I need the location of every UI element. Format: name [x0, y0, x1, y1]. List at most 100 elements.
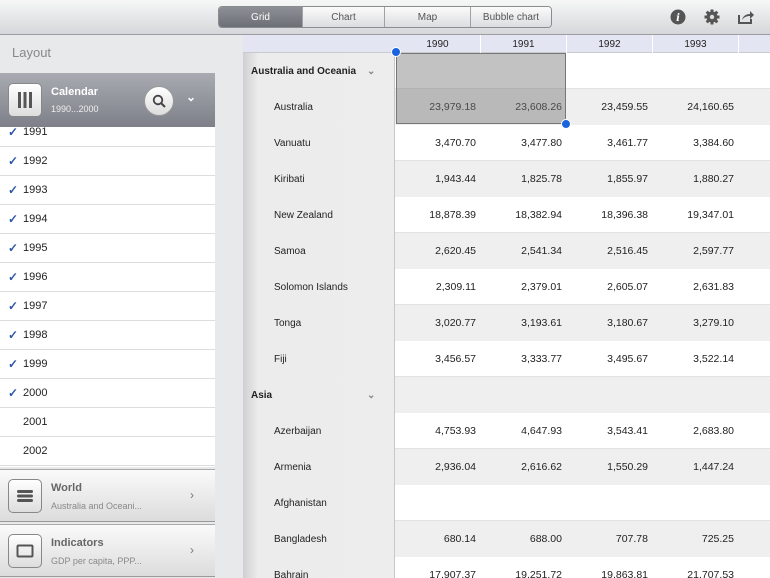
- cell[interactable]: 680.14: [395, 521, 481, 557]
- cell[interactable]: 18,396.38: [567, 197, 653, 233]
- row-header[interactable]: Tonga: [243, 305, 395, 341]
- cell[interactable]: 1,550.29: [567, 449, 653, 485]
- indicators-dimension[interactable]: Indicators GDP per capita, PPP... ›: [0, 524, 215, 577]
- cell[interactable]: 1,943.44: [395, 161, 481, 197]
- cell[interactable]: 2,631.83: [653, 269, 739, 305]
- cell[interactable]: 3,333.77: [481, 341, 567, 377]
- row-header[interactable]: Azerbaijan: [243, 413, 395, 449]
- row-header[interactable]: Afghanistan: [243, 485, 395, 521]
- selection-range[interactable]: [396, 53, 566, 124]
- tab-grid[interactable]: Grid: [219, 7, 303, 27]
- cell[interactable]: 23,459.55: [567, 89, 653, 125]
- cell[interactable]: 688.00: [481, 521, 567, 557]
- cell[interactable]: 18,382.94: [481, 197, 567, 233]
- selection-handle-start[interactable]: [391, 47, 401, 57]
- year-item[interactable]: ✓ 1993: [0, 176, 215, 205]
- cell[interactable]: 19,347.01: [653, 197, 739, 233]
- cell[interactable]: 1,855.97: [567, 161, 653, 197]
- cell[interactable]: 2,616.62: [481, 449, 567, 485]
- cell[interactable]: [395, 377, 481, 413]
- cell[interactable]: 4,647.93: [481, 413, 567, 449]
- row-header[interactable]: Asia ⌄: [243, 377, 395, 413]
- cell[interactable]: 2,683.80: [653, 413, 739, 449]
- row-header[interactable]: Solomon Islands: [243, 269, 395, 305]
- cell[interactable]: [481, 377, 567, 413]
- cell[interactable]: 17,907.37: [395, 557, 481, 578]
- column-header[interactable]: 1992: [567, 35, 653, 53]
- cell[interactable]: 2,597.77: [653, 233, 739, 269]
- row-header[interactable]: Australia and Oceania ⌄: [243, 53, 395, 89]
- cell[interactable]: [567, 485, 653, 521]
- cell[interactable]: 3,477.80: [481, 125, 567, 161]
- cell[interactable]: [481, 485, 567, 521]
- year-item[interactable]: ✓ 1998: [0, 321, 215, 350]
- cell[interactable]: 1,447.24: [653, 449, 739, 485]
- column-header[interactable]: 1993: [653, 35, 739, 53]
- cell[interactable]: 4,753.93: [395, 413, 481, 449]
- cell[interactable]: 1,880.27: [653, 161, 739, 197]
- selection-handle-end[interactable]: [561, 119, 571, 129]
- cell[interactable]: 3,470.70: [395, 125, 481, 161]
- cell[interactable]: [395, 485, 481, 521]
- year-item[interactable]: ✓ 1992: [0, 147, 215, 176]
- cell[interactable]: 19,863.81: [567, 557, 653, 578]
- cell[interactable]: 2,620.45: [395, 233, 481, 269]
- chevron-down-icon[interactable]: ⌄: [186, 90, 196, 104]
- row-header[interactable]: Bahrain: [243, 557, 395, 578]
- year-item[interactable]: ✓ 2000: [0, 379, 215, 408]
- tab-map[interactable]: Map: [385, 7, 471, 27]
- cell[interactable]: [653, 485, 739, 521]
- cell[interactable]: 2,309.11: [395, 269, 481, 305]
- row-header[interactable]: Samoa: [243, 233, 395, 269]
- cell[interactable]: 3,193.61: [481, 305, 567, 341]
- year-item[interactable]: 2002: [0, 437, 215, 466]
- cell[interactable]: 3,384.60: [653, 125, 739, 161]
- year-item[interactable]: 2001: [0, 408, 215, 437]
- year-item[interactable]: ✓ 1991: [0, 127, 215, 147]
- year-item[interactable]: ✓ 1994: [0, 205, 215, 234]
- column-header[interactable]: 1990: [395, 35, 481, 53]
- cell[interactable]: 2,541.34: [481, 233, 567, 269]
- cell[interactable]: 3,522.14: [653, 341, 739, 377]
- world-dimension[interactable]: World Australia and Oceani... ›: [0, 469, 215, 522]
- cell[interactable]: 3,020.77: [395, 305, 481, 341]
- cell[interactable]: 2,605.07: [567, 269, 653, 305]
- cell[interactable]: 707.78: [567, 521, 653, 557]
- row-header[interactable]: Fiji: [243, 341, 395, 377]
- chevron-down-icon[interactable]: ⌄: [367, 66, 375, 77]
- cell[interactable]: [653, 377, 739, 413]
- cell[interactable]: 18,878.39: [395, 197, 481, 233]
- cell[interactable]: [567, 53, 653, 89]
- row-header[interactable]: New Zealand: [243, 197, 395, 233]
- data-grid[interactable]: 1990 1991 1992 1993 Australia and Oceania ⌄ A…: [243, 35, 770, 578]
- cell[interactable]: 3,543.41: [567, 413, 653, 449]
- share-icon[interactable]: [737, 8, 755, 26]
- cell[interactable]: 3,495.67: [567, 341, 653, 377]
- cell[interactable]: 3,461.77: [567, 125, 653, 161]
- row-header[interactable]: Armenia: [243, 449, 395, 485]
- tab-chart[interactable]: Chart: [303, 7, 385, 27]
- cell[interactable]: [653, 53, 739, 89]
- cell[interactable]: 19,251.72: [481, 557, 567, 578]
- gear-icon[interactable]: [703, 8, 721, 26]
- column-header[interactable]: 1991: [481, 35, 567, 53]
- cell[interactable]: 1,825.78: [481, 161, 567, 197]
- row-header[interactable]: Kiribati: [243, 161, 395, 197]
- cell[interactable]: 2,516.45: [567, 233, 653, 269]
- search-button[interactable]: [144, 86, 174, 116]
- year-item[interactable]: ✓ 1999: [0, 350, 215, 379]
- cell[interactable]: 2,936.04: [395, 449, 481, 485]
- row-header[interactable]: Australia: [243, 89, 395, 125]
- info-icon[interactable]: i: [669, 8, 687, 26]
- cell[interactable]: 3,456.57: [395, 341, 481, 377]
- calendar-dimension-header[interactable]: Calendar 1990...2000 ⌄: [0, 73, 215, 127]
- row-header[interactable]: Bangladesh: [243, 521, 395, 557]
- cell[interactable]: 2,379.01: [481, 269, 567, 305]
- chevron-down-icon[interactable]: ⌄: [367, 390, 375, 401]
- cell[interactable]: [567, 377, 653, 413]
- year-item[interactable]: ✓ 1997: [0, 292, 215, 321]
- cell[interactable]: 3,180.67: [567, 305, 653, 341]
- tab-bubble-chart[interactable]: Bubble chart: [471, 7, 551, 27]
- cell[interactable]: 21,707.53: [653, 557, 739, 578]
- year-list[interactable]: ✓ 1991 ✓ 1992 ✓ 1993 ✓ 1994 ✓ 1995 ✓ 1996 ✓ 1997 ✓ 1998…: [0, 127, 215, 467]
